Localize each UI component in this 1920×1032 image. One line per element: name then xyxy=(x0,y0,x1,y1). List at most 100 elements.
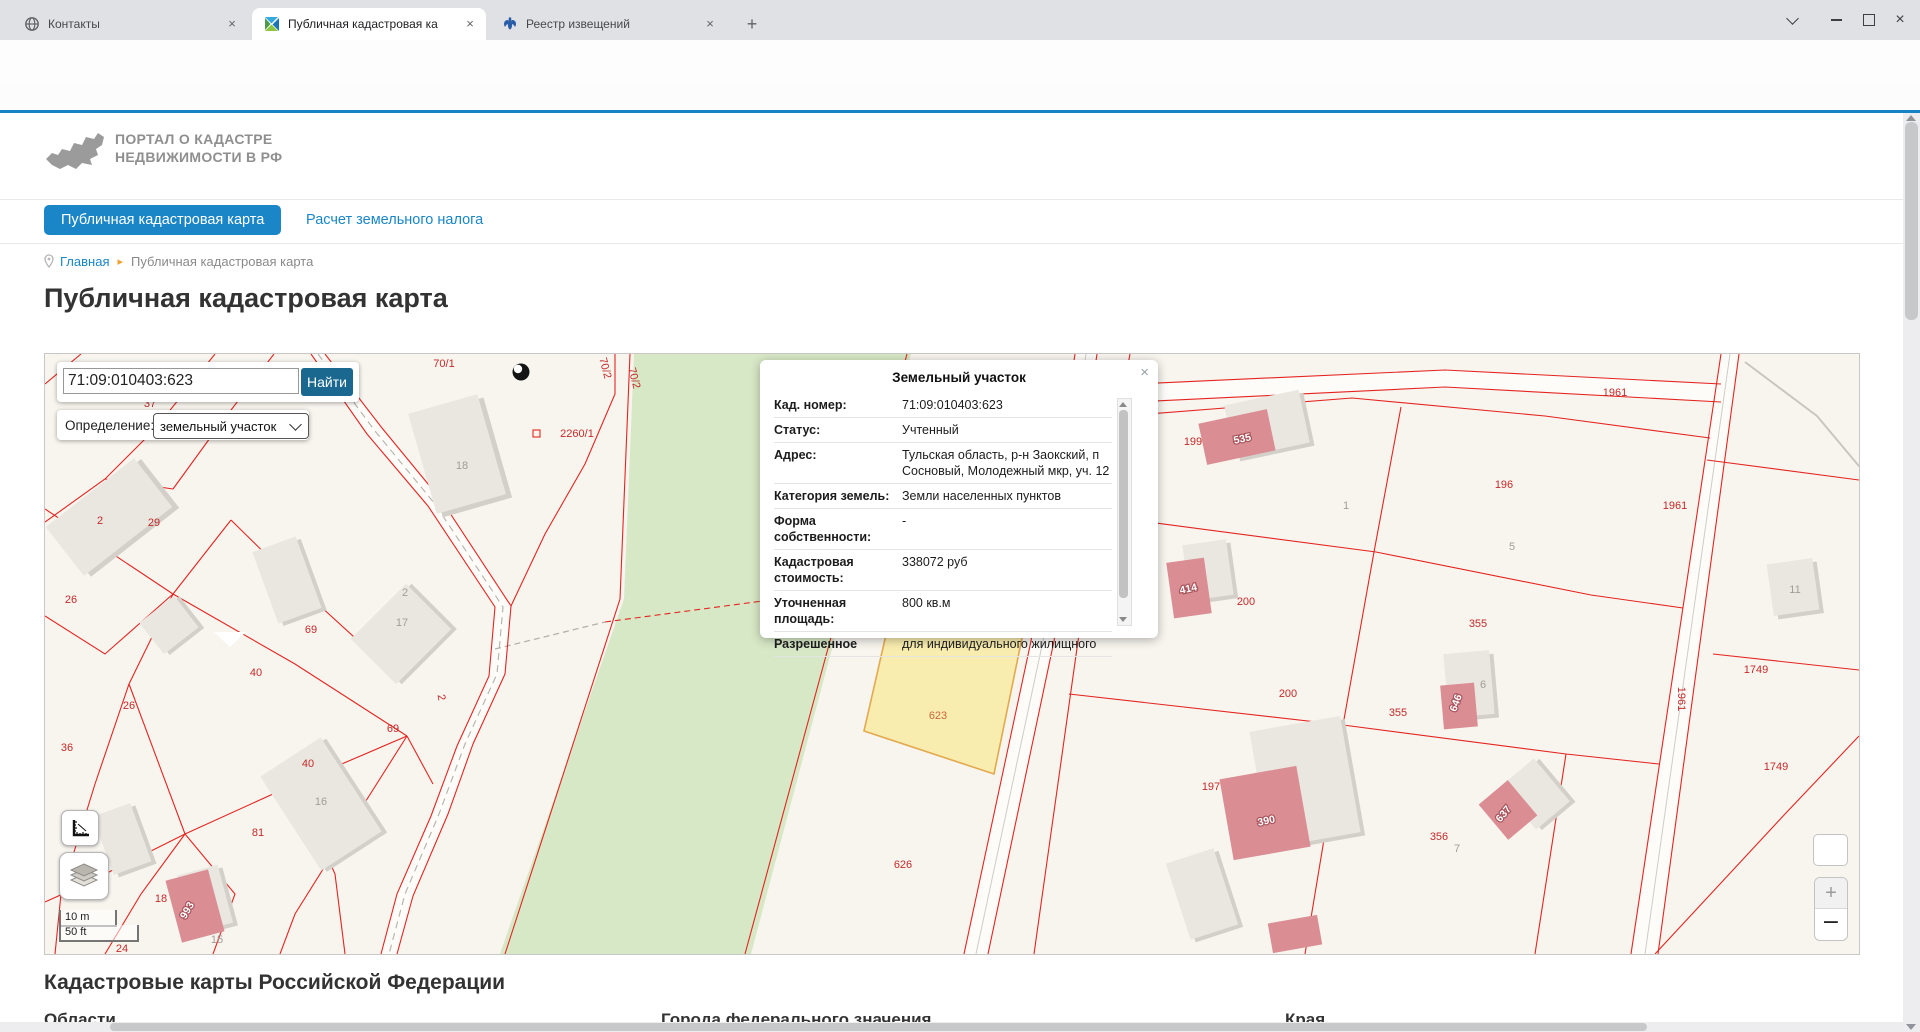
filter-label: Определение: xyxy=(65,418,154,433)
popup-scrollbar[interactable] xyxy=(1117,398,1132,626)
map-label: 7 xyxy=(1454,843,1460,855)
divider xyxy=(0,243,1903,244)
nav-tab-land-tax[interactable]: Расчет земельного налога xyxy=(306,205,483,235)
search-button[interactable]: Найти xyxy=(301,368,353,396)
zoom-control: + − xyxy=(1814,877,1848,941)
map-label: 2 xyxy=(402,587,408,599)
breadcrumb: Главная ▸ Публичная кадастровая карта xyxy=(44,252,313,270)
chevron-down-icon xyxy=(289,418,302,431)
breadcrumb-arrow-icon: ▸ xyxy=(117,255,123,268)
divider xyxy=(0,199,1903,200)
tab-title: Публичная кадастровая ка xyxy=(288,17,454,31)
map-label: 18 xyxy=(456,460,468,472)
nav-tab-cadastral-map[interactable]: Публичная кадастровая карта xyxy=(44,205,281,235)
search-input[interactable] xyxy=(63,368,299,394)
map-home-button[interactable] xyxy=(1813,834,1848,866)
tab-close-icon[interactable]: × xyxy=(702,16,718,32)
popup-row: Кадастровая стоимость:338072 руб xyxy=(774,550,1112,591)
map-label: 1961 xyxy=(1675,687,1687,711)
map-label: 2 xyxy=(97,515,103,527)
tab-search-chevron-icon[interactable] xyxy=(1779,8,1805,32)
map-label: 355 xyxy=(1389,707,1407,719)
map-label: 69 xyxy=(305,624,317,636)
scroll-thumb[interactable] xyxy=(1905,122,1918,320)
new-tab-button[interactable]: + xyxy=(738,10,766,38)
map-label: 70/1 xyxy=(433,358,454,370)
map-label: 1 xyxy=(1343,500,1349,512)
bookmarks-bar: Все закладки xyxy=(0,84,1920,110)
map-label: 355 xyxy=(1469,618,1487,630)
map-label: 199 xyxy=(1184,436,1202,448)
browser-tab-strip: Контакты × Публичная кадастровая ка × Ре… xyxy=(0,0,1920,40)
minimize-button[interactable] xyxy=(1823,8,1849,32)
layers-icon xyxy=(69,862,99,890)
building-registered xyxy=(1219,766,1310,860)
eagle-icon xyxy=(502,16,518,32)
tab-registry[interactable]: Реестр извещений × xyxy=(490,8,726,40)
tab-title: Контакты xyxy=(48,17,216,31)
tab-cadastral-map[interactable]: Публичная кадастровая ка × xyxy=(252,8,486,40)
pkk-icon xyxy=(264,16,280,32)
maximize-button[interactable] xyxy=(1856,8,1882,32)
section-title: Кадастровые карты Российской Федерации xyxy=(44,971,505,995)
horizontal-scrollbar[interactable] xyxy=(0,1022,1903,1032)
page-body: ПОРТАЛ О КАДАСТРЕ НЕДВИЖИМОСТИ В РФ Публ… xyxy=(0,113,1903,1032)
breadcrumb-home-link[interactable]: Главная xyxy=(60,254,109,269)
map-label: 6 xyxy=(1480,679,1486,691)
scroll-thumb[interactable] xyxy=(1119,410,1128,598)
map-label: 626 xyxy=(894,859,912,871)
map-label: 5 xyxy=(1509,541,1515,553)
ruler-icon xyxy=(70,818,90,838)
popup-row: Уточненная площадь:800 кв.м xyxy=(774,591,1112,632)
popup-row: Разрешенноедля индивидуального жилищного xyxy=(774,632,1112,657)
map-search-card: Найти xyxy=(57,362,359,402)
map-label: 36 xyxy=(61,742,73,754)
scroll-down-icon[interactable] xyxy=(1906,1024,1916,1030)
tab-close-icon[interactable]: × xyxy=(462,16,478,32)
map-label: 1961 xyxy=(1663,500,1687,512)
scale-bar-imperial: 50 ft xyxy=(59,925,139,942)
tab-close-icon[interactable]: × xyxy=(224,16,240,32)
map-filter-card: Определение: земельный участок xyxy=(57,410,309,440)
map-label: 15 xyxy=(211,934,223,946)
map-label: 26 xyxy=(65,594,77,606)
map-label: 81 xyxy=(252,827,264,839)
popup-rows: Кад. номер:71:09:010403:623Статус:Учтенн… xyxy=(774,393,1112,657)
measure-button[interactable] xyxy=(61,810,99,846)
popup-title: Земельный участок xyxy=(760,370,1158,385)
map-label: 26 xyxy=(123,700,135,712)
scroll-up-icon[interactable] xyxy=(1906,115,1916,121)
scroll-down-icon[interactable] xyxy=(1119,617,1127,622)
scroll-up-icon[interactable] xyxy=(1119,402,1127,407)
map-label: 40 xyxy=(250,667,262,679)
map-label: 623 xyxy=(929,710,947,722)
window-close-button[interactable]: × xyxy=(1887,8,1913,32)
filter-value: земельный участок xyxy=(160,419,276,434)
zoom-out-button[interactable]: − xyxy=(1815,909,1847,940)
breadcrumb-current: Публичная кадастровая карта xyxy=(131,254,313,269)
popup-tail xyxy=(214,632,246,647)
zoom-in-button[interactable]: + xyxy=(1815,878,1847,909)
globe-icon xyxy=(24,16,40,32)
popup-close-icon[interactable]: × xyxy=(1140,364,1149,381)
compass-icon xyxy=(513,364,530,381)
popup-row: Форма собственности:- xyxy=(774,509,1112,550)
parcel-info-popup: Земельный участок × Кад. номер:71:09:010… xyxy=(760,360,1158,638)
map-label: 197 xyxy=(1202,781,1220,793)
map-label: 356 xyxy=(1430,831,1448,843)
map-label: 69 xyxy=(387,723,399,735)
map-label: 11 xyxy=(1789,584,1800,596)
map-label: 29 xyxy=(148,517,160,529)
map-label: 196 xyxy=(1495,479,1513,491)
scroll-thumb[interactable] xyxy=(110,1023,1647,1031)
popup-row: Категория земель:Земли населенных пункто… xyxy=(774,484,1112,509)
layers-button[interactable] xyxy=(59,852,109,900)
map-label: 16 xyxy=(315,796,327,808)
site-logo-russia-map xyxy=(44,125,106,177)
filter-select[interactable]: земельный участок xyxy=(153,413,309,439)
vertical-scrollbar[interactable] xyxy=(1903,113,1920,1032)
map-label: 200 xyxy=(1279,688,1297,700)
tab-title: Реестр извещений xyxy=(526,17,694,31)
browser-toolbar: ik10map.roscadastres.com/map ☆ ⋮ xyxy=(0,40,1920,85)
tab-contacts[interactable]: Контакты × xyxy=(12,8,248,40)
